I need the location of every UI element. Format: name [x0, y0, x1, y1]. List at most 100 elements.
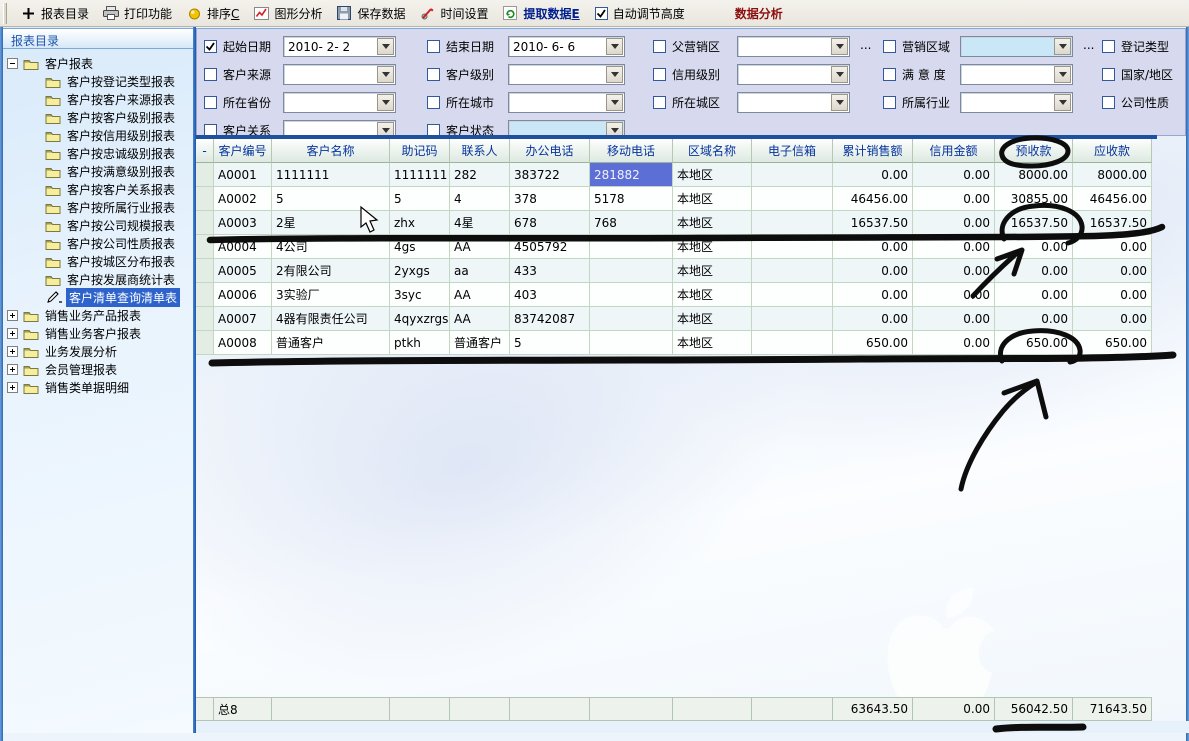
- tree-item-label[interactable]: 销售业务产品报表: [42, 306, 144, 325]
- tree-item-row[interactable]: 客户按客户来源报表: [29, 90, 178, 108]
- cell-客户编号[interactable]: A0002: [214, 187, 272, 211]
- cell-联系人[interactable]: 4星: [450, 211, 510, 235]
- tree-item-label[interactable]: 客户按满意级别报表: [64, 162, 178, 181]
- checkbox-unchecked-icon[interactable]: [653, 40, 666, 53]
- chevron-down-icon[interactable]: [831, 66, 848, 83]
- chevron-down-icon[interactable]: [1054, 38, 1071, 55]
- filter-登记类型[interactable]: 登记类型: [1102, 36, 1169, 57]
- cell-应收款[interactable]: 650.00: [1073, 331, 1152, 355]
- filter-满 意 度[interactable]: 满 意 度: [883, 64, 946, 85]
- plus-expander-icon[interactable]: [7, 364, 18, 375]
- cell-办公电话[interactable]: 433: [510, 259, 590, 283]
- filter-dropdown-营销区域[interactable]: [960, 36, 1073, 57]
- tree-item-label[interactable]: 业务发展分析: [42, 342, 120, 361]
- cell-客户名称[interactable]: 5: [272, 187, 390, 211]
- chevron-down-icon[interactable]: [606, 66, 623, 83]
- auto-height-toggle[interactable]: 自动调节高度: [587, 5, 693, 22]
- cell-客户编号[interactable]: A0005: [214, 259, 272, 283]
- chevron-down-icon[interactable]: [377, 38, 394, 55]
- cell-区域名称[interactable]: 本地区: [673, 235, 752, 259]
- tree-item-row[interactable]: 客户按公司性质报表: [29, 234, 178, 252]
- cell-信用金额[interactable]: 0.00: [913, 307, 995, 331]
- cell-办公电话[interactable]: 4505792: [510, 235, 590, 259]
- filter-结束日期[interactable]: 结束日期: [427, 36, 494, 57]
- filter-营销区域[interactable]: 营销区域: [883, 36, 950, 57]
- checkbox-unchecked-icon[interactable]: [1102, 96, 1115, 109]
- cell-预收款[interactable]: 16537.50: [995, 211, 1073, 235]
- checkbox-unchecked-icon[interactable]: [204, 96, 217, 109]
- cell-应收款[interactable]: 0.00: [1073, 235, 1152, 259]
- cell-电子信箱[interactable]: [752, 283, 833, 307]
- tree-item-row[interactable]: 客户按信用级别报表: [29, 126, 178, 144]
- cell-助记码[interactable]: 2yxgs: [390, 259, 450, 283]
- filter-dropdown-结束日期[interactable]: 2010- 6- 6: [508, 36, 625, 57]
- cell-办公电话[interactable]: 83742087: [510, 307, 590, 331]
- cell-预收款[interactable]: 650.00: [995, 331, 1073, 355]
- cell-客户名称[interactable]: 1111111: [272, 163, 390, 187]
- checkbox-unchecked-icon[interactable]: [427, 68, 440, 81]
- toolbar-button-extract[interactable]: 提取数据E: [495, 1, 586, 25]
- cell-应收款[interactable]: 0.00: [1073, 307, 1152, 331]
- tree-item-label[interactable]: 客户按公司规模报表: [64, 216, 178, 235]
- filter-dropdown-起始日期[interactable]: 2010- 2- 2: [283, 36, 396, 57]
- toolbar-button-time[interactable]: 时间设置: [412, 1, 495, 25]
- cell-应收款[interactable]: 0.00: [1073, 283, 1152, 307]
- cell-助记码[interactable]: 5: [390, 187, 450, 211]
- cell-电子信箱[interactable]: [752, 187, 833, 211]
- checkbox-unchecked-icon[interactable]: [427, 40, 440, 53]
- column-header-区域名称[interactable]: 区域名称: [673, 139, 752, 163]
- cell-联系人[interactable]: aa: [450, 259, 510, 283]
- plus-expander-icon[interactable]: [7, 346, 18, 357]
- cell-累计销售额[interactable]: 0.00: [833, 307, 913, 331]
- filter-dropdown-所在城市[interactable]: [508, 92, 625, 113]
- cell-累计销售额[interactable]: 46456.00: [833, 187, 913, 211]
- tree-item-row[interactable]: 客户按登记类型报表: [29, 72, 178, 90]
- tree-item-label[interactable]: 客户按忠诚级别报表: [64, 144, 178, 163]
- cell-助记码[interactable]: 3syc: [390, 283, 450, 307]
- cell-信用金额[interactable]: 0.00: [913, 235, 995, 259]
- cell-移动电话[interactable]: 5178: [590, 187, 673, 211]
- cell-联系人[interactable]: AA: [450, 283, 510, 307]
- column-header-移动电话[interactable]: 移动电话: [590, 139, 673, 163]
- chevron-down-icon[interactable]: [1054, 94, 1071, 111]
- tree-item-label[interactable]: 客户清单查询清单表: [66, 288, 180, 307]
- filter-dropdown-所在城区[interactable]: [737, 92, 850, 113]
- cell-电子信箱[interactable]: [752, 235, 833, 259]
- filter-所在省份[interactable]: 所在省份: [204, 92, 271, 113]
- toolbar-button-chart[interactable]: 图形分析: [246, 1, 329, 25]
- cell-客户编号[interactable]: A0007: [214, 307, 272, 331]
- cell-区域名称[interactable]: 本地区: [673, 259, 752, 283]
- cell-累计销售额[interactable]: 0.00: [833, 283, 913, 307]
- cell-预收款[interactable]: 0.00: [995, 283, 1073, 307]
- filter-客户级别[interactable]: 客户级别: [427, 64, 494, 85]
- cell-信用金额[interactable]: 0.00: [913, 283, 995, 307]
- plus-expander-icon[interactable]: [7, 310, 18, 321]
- cell-预收款[interactable]: 0.00: [995, 259, 1073, 283]
- cell-客户名称[interactable]: 3实验厂: [272, 283, 390, 307]
- checkbox-unchecked-icon[interactable]: [427, 96, 440, 109]
- cell-客户名称[interactable]: 普通客户: [272, 331, 390, 355]
- row-marker[interactable]: [196, 283, 214, 307]
- cell-应收款[interactable]: 0.00: [1073, 259, 1152, 283]
- tree-item-row[interactable]: 客户按客户关系报表: [29, 180, 178, 198]
- checkbox-unchecked-icon[interactable]: [653, 68, 666, 81]
- tree-item-row[interactable]: 客户按客户级别报表: [29, 108, 178, 126]
- ellipsis-button[interactable]: ...: [860, 38, 871, 52]
- cell-客户编号[interactable]: A0001: [214, 163, 272, 187]
- cell-区域名称[interactable]: 本地区: [673, 163, 752, 187]
- checkbox-checked-icon[interactable]: [595, 7, 608, 20]
- checkbox-unchecked-icon[interactable]: [1102, 68, 1115, 81]
- cell-客户名称[interactable]: 4器有限责任公司: [272, 307, 390, 331]
- column-header-电子信箱[interactable]: 电子信箱: [752, 139, 833, 163]
- cell-信用金额[interactable]: 0.00: [913, 163, 995, 187]
- filter-信用级别[interactable]: 信用级别: [653, 64, 720, 85]
- cell-电子信箱[interactable]: [752, 163, 833, 187]
- tree-item-label[interactable]: 客户按客户级别报表: [64, 108, 178, 127]
- cell-预收款[interactable]: 0.00: [995, 307, 1073, 331]
- tree-item-label[interactable]: 销售类单据明细: [42, 378, 132, 397]
- cell-客户编号[interactable]: A0003: [214, 211, 272, 235]
- column-header--[interactable]: -: [196, 139, 214, 163]
- cell-助记码[interactable]: 1111111: [390, 163, 450, 187]
- cell-客户名称[interactable]: 2星: [272, 211, 390, 235]
- toolbar-grip[interactable]: [3, 3, 7, 24]
